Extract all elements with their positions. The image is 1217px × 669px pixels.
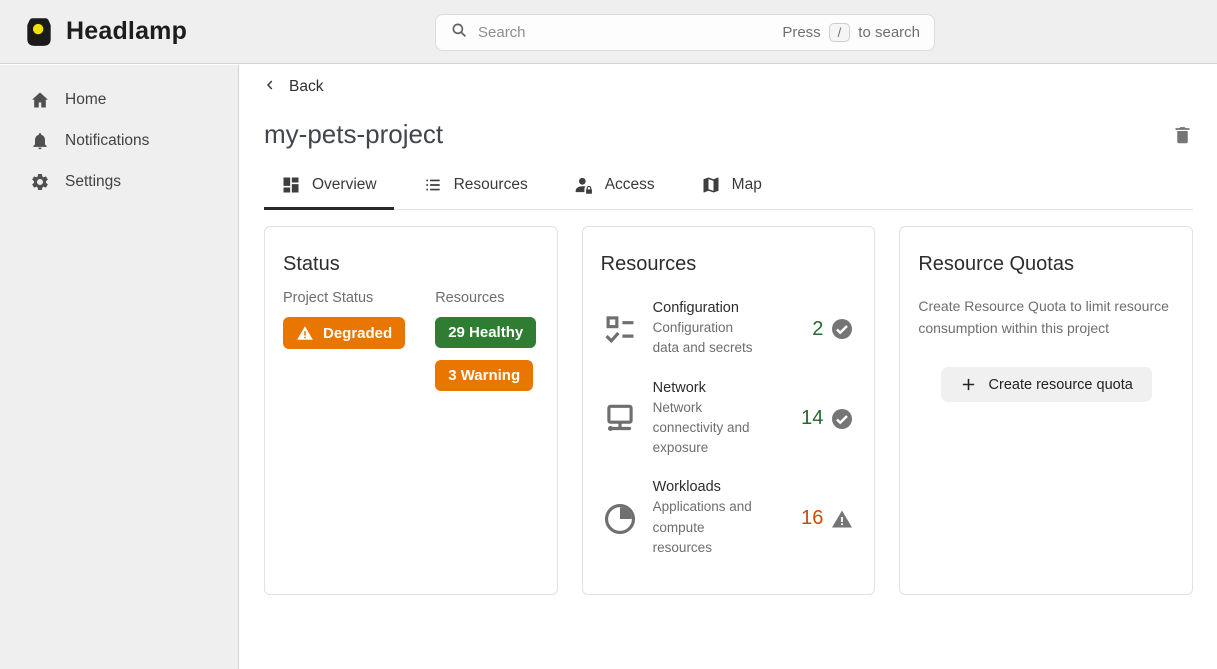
map-icon (701, 175, 721, 195)
resource-quotas-card-title: Resource Quotas (918, 253, 1176, 276)
sidebar-item-home[interactable]: Home (0, 79, 238, 120)
status-card: Status Project Status Degraded Resources (264, 226, 558, 595)
resource-count: 2 (812, 318, 823, 341)
gear-icon (30, 172, 50, 192)
resource-title: Workloads (653, 479, 763, 495)
dashboard-icon (281, 175, 301, 195)
resources-card: Resources Configuration Configuration da… (582, 226, 876, 595)
sidebar-item-notifications[interactable]: Notifications (0, 120, 238, 161)
sidebar: Home Notifications Settings (0, 65, 239, 669)
resource-title: Configuration (653, 300, 763, 316)
search-icon (450, 21, 468, 44)
resource-count: 14 (801, 407, 823, 430)
chevron-left-icon (264, 78, 276, 96)
delete-project-button[interactable] (1172, 124, 1193, 145)
resource-count: 16 (801, 507, 823, 530)
resources-card-title: Resources (601, 253, 859, 276)
bell-icon (30, 131, 50, 151)
plus-icon (960, 376, 977, 393)
back-button[interactable]: Back (264, 78, 323, 96)
tab-overview[interactable]: Overview (264, 175, 394, 209)
resource-subtitle: Applications and compute resources (653, 497, 763, 558)
top-bar: Headlamp Press / to search (0, 0, 1217, 64)
slash-keycap: / (829, 23, 851, 42)
warning-triangle-icon (296, 324, 314, 342)
cards-row: Status Project Status Degraded Resources (264, 226, 1193, 595)
search-input[interactable] (478, 24, 772, 41)
person-lock-icon (574, 175, 594, 195)
resource-row-configuration[interactable]: Configuration Configuration data and sec… (599, 300, 859, 359)
search-shortcut-hint: Press / to search (782, 23, 920, 42)
warning-badge: 3 Warning (435, 360, 533, 391)
brand[interactable]: Headlamp (0, 15, 187, 49)
check-circle-icon (830, 407, 854, 431)
search-bar[interactable]: Press / to search (435, 14, 935, 51)
warning-triangle-icon (830, 507, 854, 531)
trash-icon (1172, 124, 1193, 145)
resource-row-workloads[interactable]: Workloads Applications and compute resou… (599, 479, 859, 558)
checklist-icon (601, 310, 639, 348)
status-card-title: Status (283, 253, 541, 276)
resource-subtitle: Configuration data and secrets (653, 318, 763, 359)
sidebar-item-settings[interactable]: Settings (0, 161, 238, 202)
tab-bar: Overview Resources Access Map (264, 175, 1193, 210)
tab-access[interactable]: Access (557, 175, 672, 209)
page-title: my-pets-project (264, 119, 443, 150)
healthy-badge: 29 Healthy (435, 317, 536, 348)
resource-quotas-card: Resource Quotas Create Resource Quota to… (899, 226, 1193, 595)
home-icon (30, 90, 50, 110)
list-icon (423, 175, 443, 195)
tab-map[interactable]: Map (684, 175, 779, 209)
project-status-label: Project Status (283, 290, 405, 306)
app-title: Headlamp (66, 17, 187, 46)
tab-resources[interactable]: Resources (406, 175, 545, 209)
sidebar-item-label: Notifications (65, 132, 149, 150)
resource-subtitle: Network connectivity and exposure (653, 398, 763, 459)
sidebar-item-label: Home (65, 91, 106, 109)
resource-quotas-description: Create Resource Quota to limit resource … (918, 296, 1174, 339)
main-content: Back my-pets-project Overview Resources (240, 65, 1217, 669)
resource-title: Network (653, 380, 763, 396)
resources-status-column: Resources 29 Healthy 3 Warning (435, 290, 536, 391)
sidebar-item-label: Settings (65, 173, 121, 191)
check-circle-icon (830, 317, 854, 341)
project-status-column: Project Status Degraded (283, 290, 405, 391)
network-icon (601, 400, 639, 438)
back-label: Back (289, 78, 323, 96)
headlamp-logo-icon (22, 15, 56, 49)
create-resource-quota-button[interactable]: Create resource quota (941, 367, 1152, 402)
resource-row-network[interactable]: Network Network connectivity and exposur… (599, 380, 859, 459)
project-status-badge: Degraded (283, 317, 405, 349)
workloads-icon (601, 500, 639, 538)
resources-status-label: Resources (435, 290, 536, 306)
